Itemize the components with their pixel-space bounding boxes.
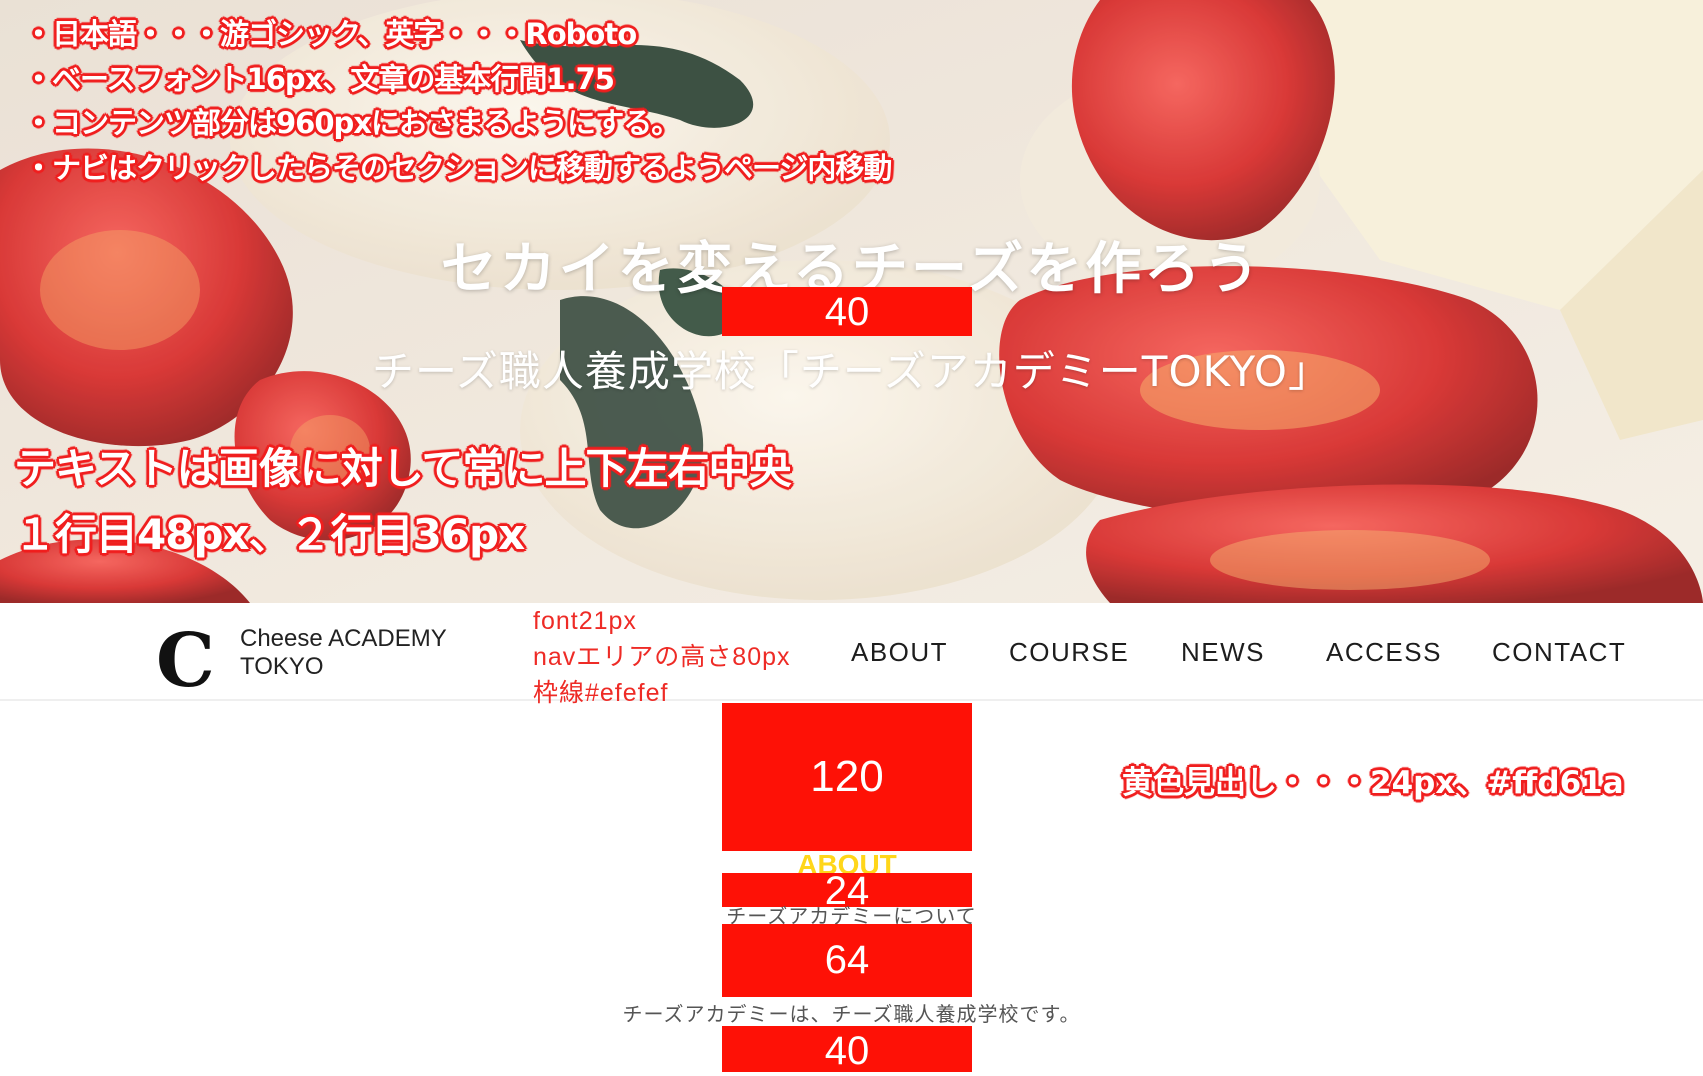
about-body-text: チーズアカデミーは、チーズ職人養成学校です。: [622, 1002, 1081, 1026]
logo-line2: TOKYO: [240, 653, 324, 680]
logo-text: Cheese ACADEMY TOKYO: [240, 625, 447, 681]
requirement-base-size: ・ベースフォント16px、文章の基本行間1.75: [24, 61, 615, 96]
nav-item-course[interactable]: COURSE: [1009, 637, 1129, 668]
requirements-annotation: ・日本語・・・游ゴシック、英字・・・Roboto ・ベースフォント16px、文章…: [24, 12, 892, 190]
heading-spec-annotation: 黄色見出し・・・24px、#ffd61a: [1122, 765, 1624, 801]
spacing-value: 40: [824, 290, 870, 334]
hero-subtitle: チーズ職人養成学校「チーズアカデミーTOKYO」: [372, 347, 1331, 396]
hero-centering-annotation: テキストは画像に対して常に上下左右中央 １行目48px、２行目36px: [14, 436, 791, 568]
centering-note-line2: １行目48px、２行目36px: [14, 510, 525, 559]
nav-item-about[interactable]: ABOUT: [851, 637, 948, 668]
nav-item-contact[interactable]: CONTACT: [1492, 637, 1626, 668]
spacing-label-section-top: 120: [722, 703, 972, 851]
spacing-value: 64: [824, 938, 870, 982]
spacing-label-subheading: 64: [722, 924, 972, 997]
spacing-label-body: 40: [722, 1026, 972, 1073]
nav-item-news[interactable]: NEWS: [1181, 637, 1265, 668]
centering-note-line1: テキストは画像に対して常に上下左右中央: [14, 444, 791, 493]
requirement-width: ・コンテンツ部分は960pxにおさまるようにする。: [24, 106, 680, 140]
nav-spec-font: font21px: [533, 607, 637, 635]
nav-spec-height: navエリアの高さ80px: [533, 643, 791, 671]
spacing-label-hero: 40: [722, 287, 972, 336]
hero-section: ・日本語・・・游ゴシック、英字・・・Roboto ・ベースフォント16px、文章…: [0, 0, 1703, 603]
logo-line1: Cheese ACADEMY: [240, 625, 447, 652]
spacing-value: 40: [824, 1029, 870, 1073]
requirement-font: ・日本語・・・游ゴシック、英字・・・Roboto: [24, 17, 637, 51]
nav-item-access[interactable]: ACCESS: [1326, 637, 1442, 668]
global-nav: C Cheese ACADEMY TOKYO font21px navエリアの高…: [0, 603, 1703, 707]
spacing-value: 120: [810, 752, 884, 801]
nav-spec-annotation: font21px navエリアの高さ80px 枠線#efefef: [533, 603, 791, 711]
requirement-nav-scroll: ・ナビはクリックしたらそのセクションに移動するようページ内移動: [24, 150, 892, 185]
spacing-label-heading: 24: [722, 871, 972, 911]
logo-mark: C: [156, 618, 215, 704]
